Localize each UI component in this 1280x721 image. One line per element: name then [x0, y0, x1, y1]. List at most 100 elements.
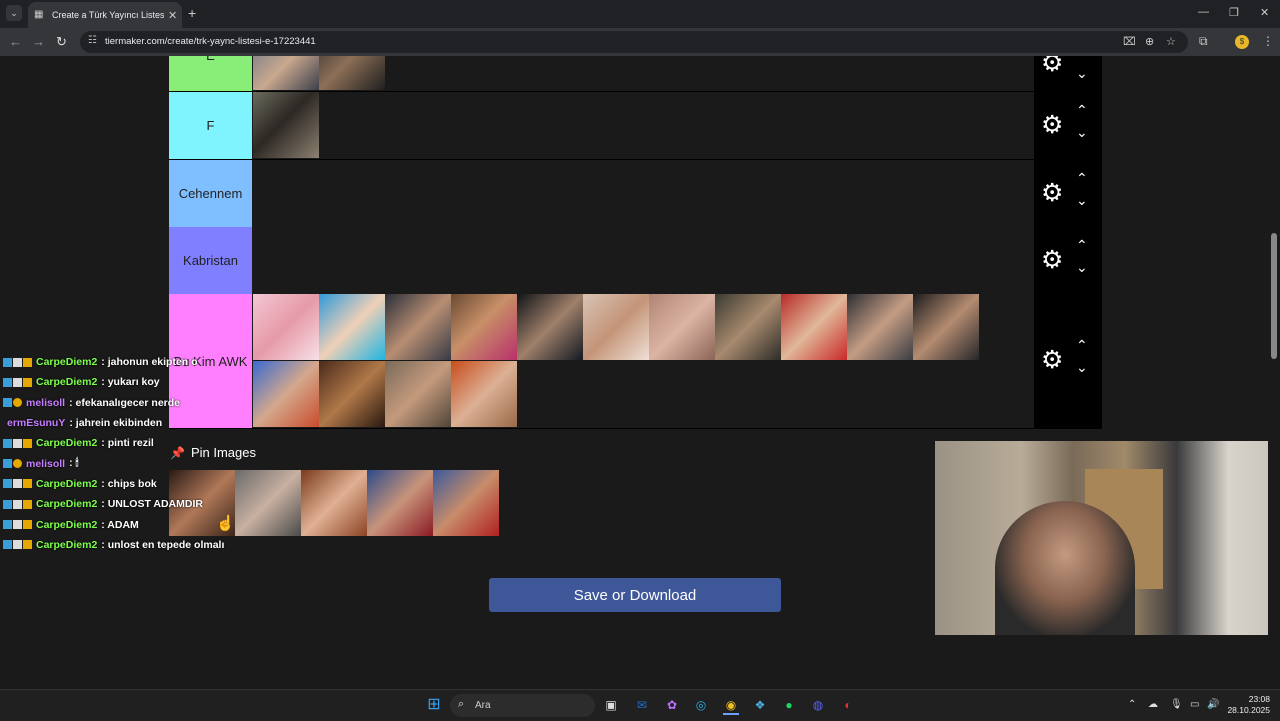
streamer-image[interactable] — [319, 56, 385, 90]
zoom-icon[interactable]: ⊕ — [1145, 35, 1154, 48]
chat-badge-icon — [13, 398, 22, 408]
move-down-icon[interactable]: ⌄ — [1076, 359, 1088, 376]
streamer-image[interactable] — [319, 361, 385, 427]
tier-row-f: F ⚙ ⌃ ⌄ — [169, 92, 1102, 160]
volume-icon[interactable]: 🔊 — [1207, 699, 1219, 710]
streamer-image[interactable] — [367, 470, 433, 536]
move-down-icon[interactable]: ⌄ — [1076, 124, 1088, 141]
streamer-image[interactable] — [649, 294, 715, 360]
chat-text: : unlost en tepede olmalı — [101, 538, 225, 551]
move-up-icon[interactable]: ⌃ — [1076, 237, 1088, 254]
scrollbar-thumb[interactable] — [1271, 233, 1277, 359]
move-up-icon[interactable]: ⌃ — [1076, 170, 1088, 187]
chat-text: : pinti rezil — [101, 437, 154, 450]
streamer-image[interactable] — [913, 294, 979, 360]
streamer-image[interactable] — [781, 294, 847, 360]
settings-gear-icon[interactable]: ⚙ — [1041, 110, 1063, 140]
task-view-icon[interactable]: ▣ — [603, 697, 619, 713]
search-icon: ⌕ — [458, 698, 465, 710]
discord-icon[interactable]: ◍ — [810, 697, 826, 713]
streamer-image[interactable] — [433, 470, 499, 536]
streamer-image[interactable] — [583, 294, 649, 360]
spotify-icon[interactable]: ● — [781, 697, 797, 713]
webcam-person — [995, 501, 1135, 635]
settings-gear-icon[interactable]: ⚙ — [1041, 178, 1063, 208]
streamer-image[interactable] — [253, 56, 319, 90]
browser-tab[interactable]: ▦ Create a Türk Yayıncı Listesi E.Ş ✕ — [28, 2, 182, 28]
tier-controls: ⚙ ⌃ ⌄ — [1034, 227, 1102, 294]
chat-text: : jahonun ekipten o — [101, 356, 198, 369]
chat-username: CarpeDiem2 — [36, 477, 98, 490]
forward-icon[interactable]: → — [32, 34, 45, 49]
outlook-icon[interactable]: ✉ — [634, 697, 650, 713]
streamer-image[interactable] — [253, 361, 319, 427]
network-app-icon[interactable]: ❖ — [752, 697, 768, 713]
close-tab-icon[interactable]: ✕ — [168, 9, 177, 22]
move-up-icon[interactable]: ⌃ — [1076, 102, 1088, 119]
page-scrollbar[interactable] — [1268, 56, 1280, 689]
extensions-icon[interactable]: ⧉ — [1199, 34, 1208, 49]
new-tab-icon[interactable]: + — [188, 5, 196, 21]
browser-toolbar: ← → ↻ ☷ tiermaker.com/create/trk-yaync-l… — [0, 28, 1280, 56]
move-down-icon[interactable]: ⌄ — [1076, 259, 1088, 276]
tab-list-button[interactable]: ⌄ — [6, 5, 22, 21]
bookmark-star-icon[interactable]: ☆ — [1166, 35, 1176, 48]
streamer-image[interactable] — [451, 361, 517, 427]
tier-row-cehennem: Cehennem ⚙ ⌃ ⌄ — [169, 160, 1102, 228]
streamer-image[interactable] — [517, 294, 583, 360]
chat-badges — [3, 540, 33, 550]
streamer-image[interactable] — [253, 92, 319, 158]
menu-icon[interactable]: ⋮ — [1262, 34, 1274, 48]
site-info-icon[interactable]: ☷ — [88, 35, 97, 46]
taskbar-search[interactable]: ⌕ Ara — [450, 694, 595, 717]
chat-text: : yukarı koy — [101, 376, 160, 389]
streamer-image[interactable] — [301, 470, 367, 536]
close-window-icon[interactable]: ✕ — [1260, 6, 1269, 19]
chat-message: CarpeDiem2: pinti rezil — [0, 433, 260, 453]
cloud-icon[interactable]: ☁ — [1148, 699, 1158, 710]
webcam-overlay — [935, 441, 1280, 635]
chat-message: ermEsunuY: jahrein ekibinden — [0, 413, 260, 433]
streamer-image[interactable] — [847, 294, 913, 360]
show-hidden-icons[interactable]: ⌃ — [1128, 699, 1136, 710]
move-up-icon[interactable]: ⌃ — [1076, 337, 1088, 354]
edge-icon[interactable]: ◎ — [693, 697, 709, 713]
move-down-icon[interactable]: ⌄ — [1076, 192, 1088, 209]
chat-badge-icon — [23, 499, 32, 509]
chat-badges — [3, 520, 33, 530]
copilot-icon[interactable]: ✿ — [664, 697, 680, 713]
settings-gear-icon[interactable]: ⚙ — [1041, 56, 1063, 78]
streamer-image[interactable] — [451, 294, 517, 360]
back-icon[interactable]: ← — [9, 34, 22, 49]
chat-text: : UNLOST ADAMDIR — [101, 498, 203, 511]
settings-gear-icon[interactable]: ⚙ — [1041, 345, 1063, 375]
streamer-image[interactable] — [715, 294, 781, 360]
chat-badges — [3, 499, 33, 509]
streamer-image[interactable] — [253, 294, 319, 360]
save-or-download-button[interactable]: Save or Download — [489, 578, 781, 612]
address-bar[interactable]: ☷ tiermaker.com/create/trk-yaync-listesi… — [80, 31, 1188, 53]
chat-message: CarpeDiem2: yukarı koy — [0, 372, 260, 392]
microphone-icon[interactable]: 🎙 — [1170, 699, 1183, 710]
settings-gear-icon[interactable]: ⚙ — [1041, 245, 1063, 275]
minimize-icon[interactable]: — — [1198, 6, 1209, 18]
chat-badges — [3, 398, 23, 408]
chat-badge-icon — [3, 479, 12, 489]
chat-badge-icon — [23, 479, 32, 489]
display-icon[interactable]: ▭ — [1190, 699, 1199, 710]
tier-row-bu-kim-awk: Bu Kim AWK ⚙ ⌃ ⌄ — [169, 294, 1102, 429]
profile-avatar[interactable]: $ — [1235, 35, 1249, 49]
tier-controls: ⚙ ⌃ ⌄ — [1034, 92, 1102, 159]
obs-icon[interactable]: ◐ — [840, 697, 856, 713]
streamer-image[interactable] — [319, 294, 385, 360]
restore-icon[interactable]: ❐ — [1229, 6, 1239, 19]
streamer-image[interactable] — [385, 294, 451, 360]
translate-icon[interactable]: ⌧ — [1123, 35, 1136, 48]
chat-username: CarpeDiem2 — [36, 376, 98, 389]
windows-start-icon[interactable]: ⊞ — [426, 697, 442, 713]
reload-icon[interactable]: ↻ — [56, 34, 67, 50]
system-clock[interactable]: 23:08 28.10.2025 — [1226, 694, 1270, 716]
chrome-icon[interactable]: ◉ — [723, 697, 739, 715]
move-down-icon[interactable]: ⌄ — [1076, 65, 1088, 82]
streamer-image[interactable] — [385, 361, 451, 427]
